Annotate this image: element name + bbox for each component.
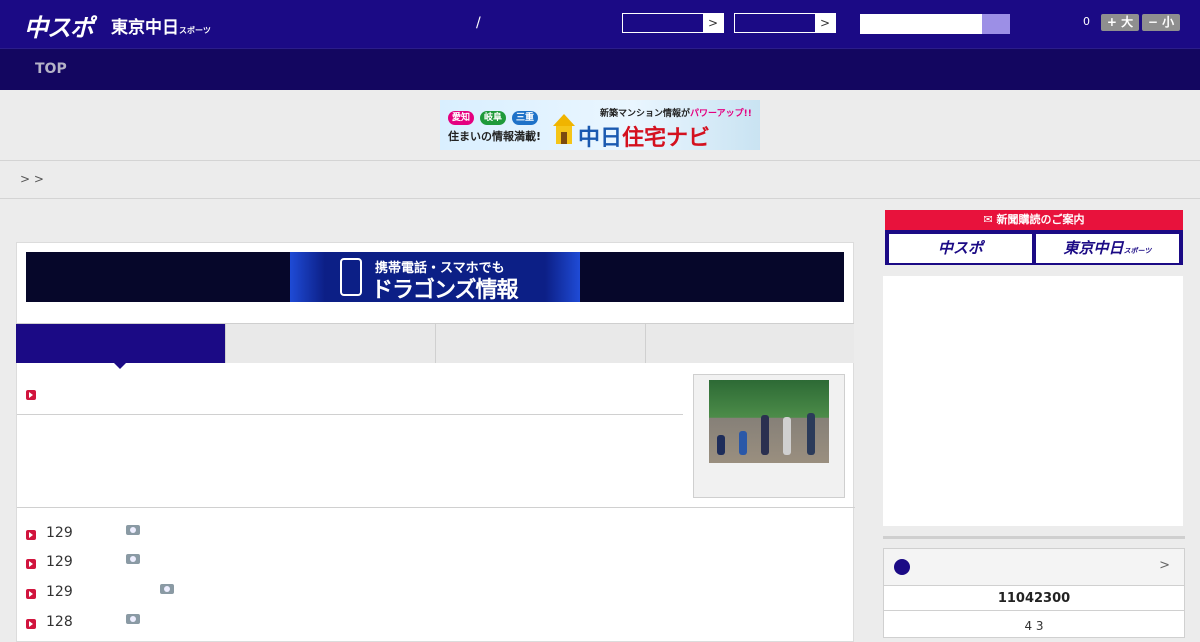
- list-bullet-icon: [26, 619, 36, 629]
- score-value: 11042300: [997, 591, 1071, 606]
- breadcrumb: > >: [20, 172, 44, 186]
- subscribe-tokyo-chunichi-text: 東京中日: [1063, 239, 1124, 257]
- subscription-heading: ✉ 新聞購読のご案内: [885, 210, 1183, 230]
- global-nav: TOP: [0, 48, 1200, 90]
- mobile-dragons-banner[interactable]: 携帯電話・スマホでも ドラゴンズ情報: [26, 252, 844, 303]
- camera-icon: [126, 554, 140, 564]
- banner-pill-gifu: 岐阜: [480, 111, 507, 125]
- player-figure: [807, 413, 815, 455]
- tab-4[interactable]: [646, 324, 854, 363]
- tab-2[interactable]: [226, 324, 436, 363]
- chevron-right-icon: >: [1159, 558, 1170, 573]
- camera-icon: [126, 614, 140, 624]
- player-figure: [783, 417, 791, 455]
- baseball-icon: [894, 559, 910, 575]
- banner-pill-aichi: 愛知: [448, 111, 475, 125]
- player-figure: [717, 435, 725, 455]
- score-sub-value: 4 3: [1024, 619, 1044, 633]
- subscribe-tokyo-chunichi-small: スポーツ: [1123, 247, 1152, 255]
- tab-3[interactable]: [436, 324, 646, 363]
- select-arrow-icon: >: [703, 14, 723, 32]
- player-figure: [761, 415, 769, 455]
- camera-icon: [160, 584, 174, 594]
- banner-headline-prefix: 新築マンション情報が: [600, 109, 691, 119]
- select-arrow-icon: >: [815, 14, 835, 32]
- nav-item-top[interactable]: TOP: [35, 61, 67, 77]
- banner-headline-highlight: パワーアップ!!: [690, 109, 752, 119]
- mobile-banner-inner: 携帯電話・スマホでも ドラゴンズ情報: [290, 252, 580, 303]
- mobile-banner-line2: ドラゴンズ情報: [371, 278, 519, 303]
- list-bullet-icon: [26, 589, 36, 599]
- chuspo-logo[interactable]: 中スポ: [24, 8, 94, 43]
- font-size-decrease-button[interactable]: − 小: [1142, 14, 1180, 31]
- house-icon: [553, 114, 575, 144]
- banner-pill-mie: 三重: [512, 111, 539, 125]
- list-item[interactable]: 128: [26, 614, 140, 637]
- category-select-1[interactable]: >: [622, 13, 724, 33]
- font-size-increase-button[interactable]: + 大: [1101, 14, 1139, 31]
- banner-brand-b: 住宅ナビ: [622, 126, 711, 150]
- top-photo-card[interactable]: [693, 374, 845, 498]
- banner-headline: 新築マンション情報がパワーアップ!!: [600, 106, 752, 119]
- ad-slot[interactable]: [883, 276, 1183, 526]
- zoom-value: 0: [1083, 15, 1090, 28]
- search-input[interactable]: [860, 14, 1010, 34]
- divider: [0, 160, 1200, 161]
- main-content: 携帯電話・スマホでも ドラゴンズ情報 129 129 129 128: [16, 242, 855, 642]
- divider: [884, 610, 1184, 611]
- subscription-heading-text: 新聞購読のご案内: [996, 213, 1085, 226]
- tokyo-chunichi-logo-text: 東京中日: [111, 18, 179, 38]
- banner-brand: 中日住宅ナビ: [578, 120, 710, 150]
- divider: [17, 507, 855, 508]
- banner-tagline: 住まいの情報満載!: [448, 130, 542, 143]
- list-item-number: 128: [46, 614, 73, 630]
- category-select-2[interactable]: >: [734, 13, 836, 33]
- list-item-number: 129: [46, 554, 73, 570]
- header-separator: /: [476, 15, 481, 31]
- game-score-widget: > 11042300 4 3: [883, 548, 1185, 638]
- list-bullet-icon: [26, 559, 36, 569]
- divider: [17, 414, 683, 415]
- list-item[interactable]: 129: [26, 584, 174, 607]
- list-item-number: 129: [46, 525, 73, 541]
- subscribe-chuspo-button[interactable]: 中スポ: [889, 234, 1032, 263]
- tokyo-chunichi-logo[interactable]: 東京中日スポーツ: [111, 13, 211, 38]
- subscribe-tokyo-chunichi-button[interactable]: 東京中日スポーツ: [1036, 234, 1179, 263]
- headline-bullet-icon: [26, 390, 36, 400]
- divider: [883, 536, 1185, 539]
- tokyo-chunichi-logo-small: スポーツ: [179, 26, 211, 35]
- top-header: 中スポ 東京中日スポーツ / > > 0 + 大 − 小: [0, 0, 1200, 48]
- search-button[interactable]: [982, 14, 1010, 34]
- player-figure: [739, 431, 747, 455]
- subscription-box: ✉ 新聞購読のご案内 中スポ 東京中日スポーツ: [885, 210, 1183, 265]
- list-item[interactable]: 129: [26, 525, 140, 548]
- mobile-phone-icon: [340, 258, 362, 296]
- banner-brand-a: 中日: [578, 126, 623, 150]
- list-item[interactable]: 129: [26, 554, 140, 577]
- housing-navi-banner[interactable]: 愛知 岐阜 三重 住まいの情報満載! 新築マンション情報がパワーアップ!! 中日…: [440, 100, 760, 150]
- tab-1[interactable]: [16, 324, 226, 369]
- score-header[interactable]: >: [884, 549, 1184, 586]
- list-item-number: 129: [46, 584, 73, 600]
- divider: [0, 198, 1200, 199]
- list-bullet-icon: [26, 530, 36, 540]
- camera-icon: [126, 525, 140, 535]
- baseball-practice-photo: [709, 380, 829, 463]
- content-tabs: [16, 323, 854, 369]
